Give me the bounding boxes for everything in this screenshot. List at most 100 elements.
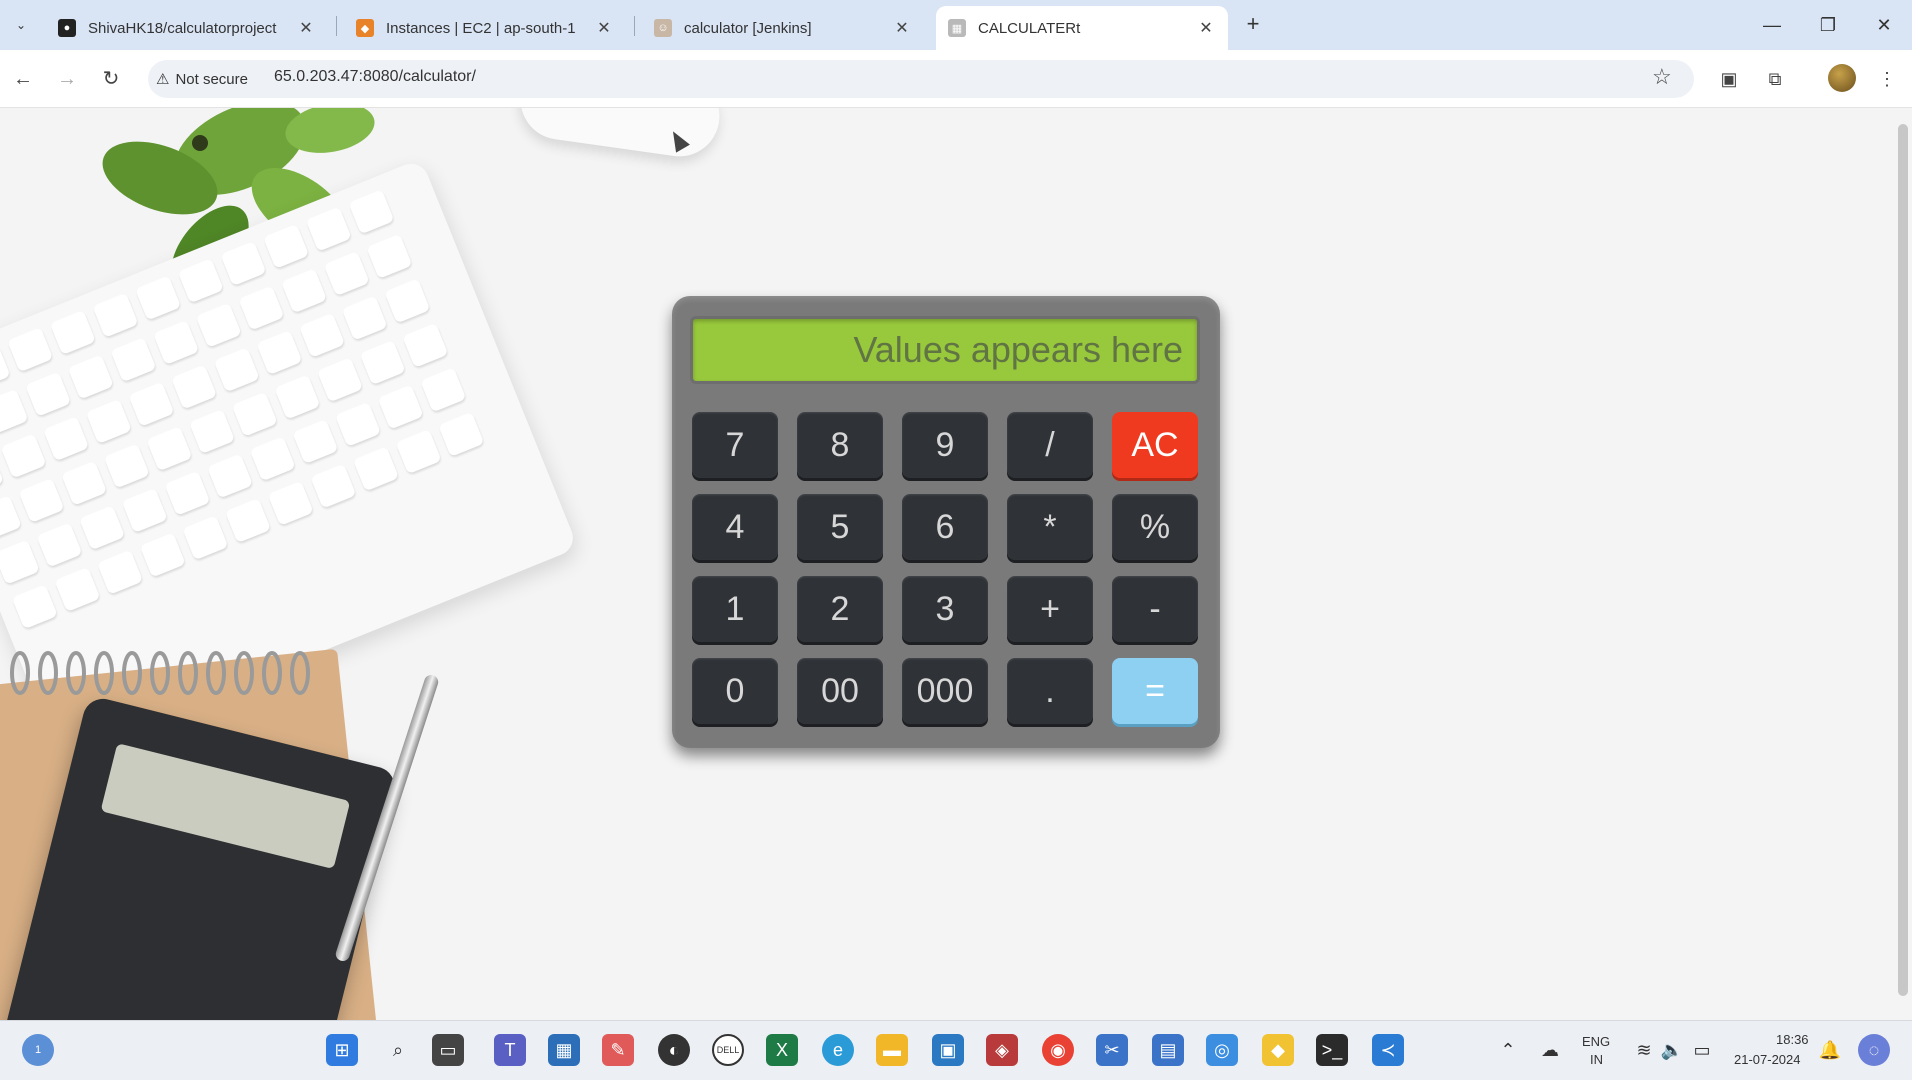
copilot-icon[interactable]: ◌ (1858, 1034, 1890, 1066)
tab-github[interactable]: ● ShivaHK18/calculatorproject ✕ (46, 6, 328, 50)
window-app-icon[interactable]: ▣ (932, 1034, 964, 1066)
key-9[interactable]: 9 (902, 412, 988, 478)
close-icon[interactable]: ✕ (594, 18, 614, 38)
edge-icon[interactable]: e (822, 1034, 854, 1066)
key-1[interactable]: 1 (692, 576, 778, 642)
page-scrollbar[interactable] (1896, 112, 1910, 1012)
tab-title: CALCULATERt (978, 19, 1081, 37)
clock-time[interactable]: 18:36 (1776, 1032, 1809, 1047)
restore-button[interactable]: ❐ (1808, 10, 1848, 40)
bookmark-star-icon[interactable]: ☆ (1652, 64, 1672, 90)
key-equals[interactable]: = (1112, 658, 1198, 724)
security-indicator[interactable]: ⚠ Not secure (156, 66, 248, 92)
extensions-icon[interactable]: ⧉ (1760, 64, 1790, 94)
key-5[interactable]: 5 (797, 494, 883, 560)
key-2[interactable]: 2 (797, 576, 883, 642)
security-app-icon[interactable]: ◈ (986, 1034, 1018, 1066)
tab-title: calculator [Jenkins] (684, 19, 812, 37)
teams-icon[interactable]: T (494, 1034, 526, 1066)
tab-jenkins[interactable]: ☺ calculator [Jenkins] ✕ (642, 6, 924, 50)
dell-icon[interactable]: DELL (712, 1034, 744, 1066)
screen-cast-icon[interactable]: ▣ (1714, 64, 1744, 94)
tab-calculater[interactable]: ▦ CALCULATERt ✕ (936, 6, 1228, 50)
screen-recorder-icon[interactable]: ◎ (1206, 1034, 1238, 1066)
reload-icon: ↻ (102, 68, 120, 90)
key-4[interactable]: 4 (692, 494, 778, 560)
key-divide[interactable]: / (1007, 412, 1093, 478)
key-plus[interactable]: + (1007, 576, 1093, 642)
key-multiply[interactable]: * (1007, 494, 1093, 560)
calculator-display (690, 316, 1200, 384)
menu-kebab-icon[interactable]: ⋮ (1872, 64, 1902, 94)
key-7[interactable]: 7 (692, 412, 778, 478)
app-launcher-icon[interactable]: ◆ (1262, 1034, 1294, 1066)
notepad-icon[interactable]: ▤ (1152, 1034, 1184, 1066)
key-00[interactable]: 00 (797, 658, 883, 724)
new-tab-button[interactable]: + (1240, 12, 1266, 38)
back-button[interactable]: ← (8, 64, 38, 94)
arrow-left-icon: ← (13, 68, 33, 90)
page-content: 7 8 9 / AC 4 5 6 * % 1 2 3 + - 0 00 000 … (0, 108, 1912, 1020)
calculator: 7 8 9 / AC 4 5 6 * % 1 2 3 + - 0 00 000 … (672, 296, 1220, 748)
minimize-button[interactable]: — (1752, 10, 1792, 40)
chevron-down-icon: ⌄ (15, 18, 27, 32)
terminal-icon[interactable]: >_ (1316, 1034, 1348, 1066)
forward-button[interactable]: → (52, 64, 82, 94)
profile-avatar[interactable] (1828, 64, 1856, 92)
key-percent[interactable]: % (1112, 494, 1198, 560)
key-8[interactable]: 8 (797, 412, 883, 478)
excel-icon[interactable]: X (766, 1034, 798, 1066)
mouse-decoration (515, 108, 725, 162)
security-label: Not secure (175, 70, 248, 88)
region-label[interactable]: IN (1590, 1052, 1603, 1067)
tab-search-button[interactable]: ⌄ (8, 12, 34, 38)
store-icon[interactable]: ▦ (548, 1034, 580, 1066)
weather-icon[interactable]: 1 (22, 1034, 54, 1066)
close-icon[interactable]: ✕ (1196, 18, 1216, 38)
tab-aws[interactable]: ◆ Instances | EC2 | ap-south-1 ✕ (344, 6, 626, 50)
notification-badge: 1 (34, 1044, 42, 1056)
clock-date[interactable]: 21-07-2024 (1734, 1052, 1801, 1067)
tab-title: Instances | EC2 | ap-south-1 (386, 19, 576, 37)
close-icon[interactable]: ✕ (296, 18, 316, 38)
search-icon[interactable]: ⌕ (382, 1034, 414, 1066)
warning-icon: ⚠ (156, 71, 170, 88)
notebook-spiral-decoration (10, 651, 310, 695)
cloud-icon[interactable]: ☁ (1534, 1034, 1566, 1066)
task-view-icon[interactable]: ▭ (432, 1034, 464, 1066)
windows-start-icon[interactable]: ⊞ (326, 1034, 358, 1066)
key-0[interactable]: 0 (692, 658, 778, 724)
language-label[interactable]: ENG (1582, 1034, 1610, 1049)
close-icon[interactable]: ✕ (892, 18, 912, 38)
chrome-icon[interactable]: ◉ (1042, 1034, 1074, 1066)
file-explorer-icon[interactable]: ▬ (876, 1034, 908, 1066)
tab-separator (336, 16, 337, 36)
key-decimal[interactable]: . (1007, 658, 1093, 724)
page-icon: ▦ (948, 19, 966, 37)
reload-button[interactable]: ↻ (96, 64, 126, 94)
tab-separator (634, 16, 635, 36)
battery-icon[interactable]: ▭ (1686, 1034, 1718, 1066)
arrow-right-icon: → (57, 68, 77, 90)
bell-icon[interactable]: 🔔 (1814, 1034, 1846, 1066)
keypad: 7 8 9 / AC 4 5 6 * % 1 2 3 + - 0 00 000 … (692, 412, 1198, 724)
close-window-button[interactable]: ✕ (1864, 10, 1904, 40)
display-input[interactable] (693, 319, 1197, 381)
media-icon[interactable]: ◐ (658, 1034, 690, 1066)
key-all-clear[interactable]: AC (1112, 412, 1198, 478)
volume-icon[interactable]: 🔈 (1656, 1034, 1688, 1066)
chevron-up-icon[interactable]: ⌃ (1492, 1034, 1524, 1066)
github-icon: ● (58, 19, 76, 37)
scroll-thumb[interactable] (1898, 124, 1908, 996)
aws-icon: ◆ (356, 19, 374, 37)
url-text[interactable]: 65.0.203.47:8080/calculator/ (274, 68, 476, 86)
key-6[interactable]: 6 (902, 494, 988, 560)
vscode-icon[interactable]: ≺ (1372, 1034, 1404, 1066)
snipping-tool-icon[interactable]: ✂ (1096, 1034, 1128, 1066)
key-minus[interactable]: - (1112, 576, 1198, 642)
app-icon[interactable]: ✎ (602, 1034, 634, 1066)
jenkins-icon: ☺ (654, 19, 672, 37)
key-000[interactable]: 000 (902, 658, 988, 724)
key-3[interactable]: 3 (902, 576, 988, 642)
tab-title: ShivaHK18/calculatorproject (88, 19, 277, 37)
